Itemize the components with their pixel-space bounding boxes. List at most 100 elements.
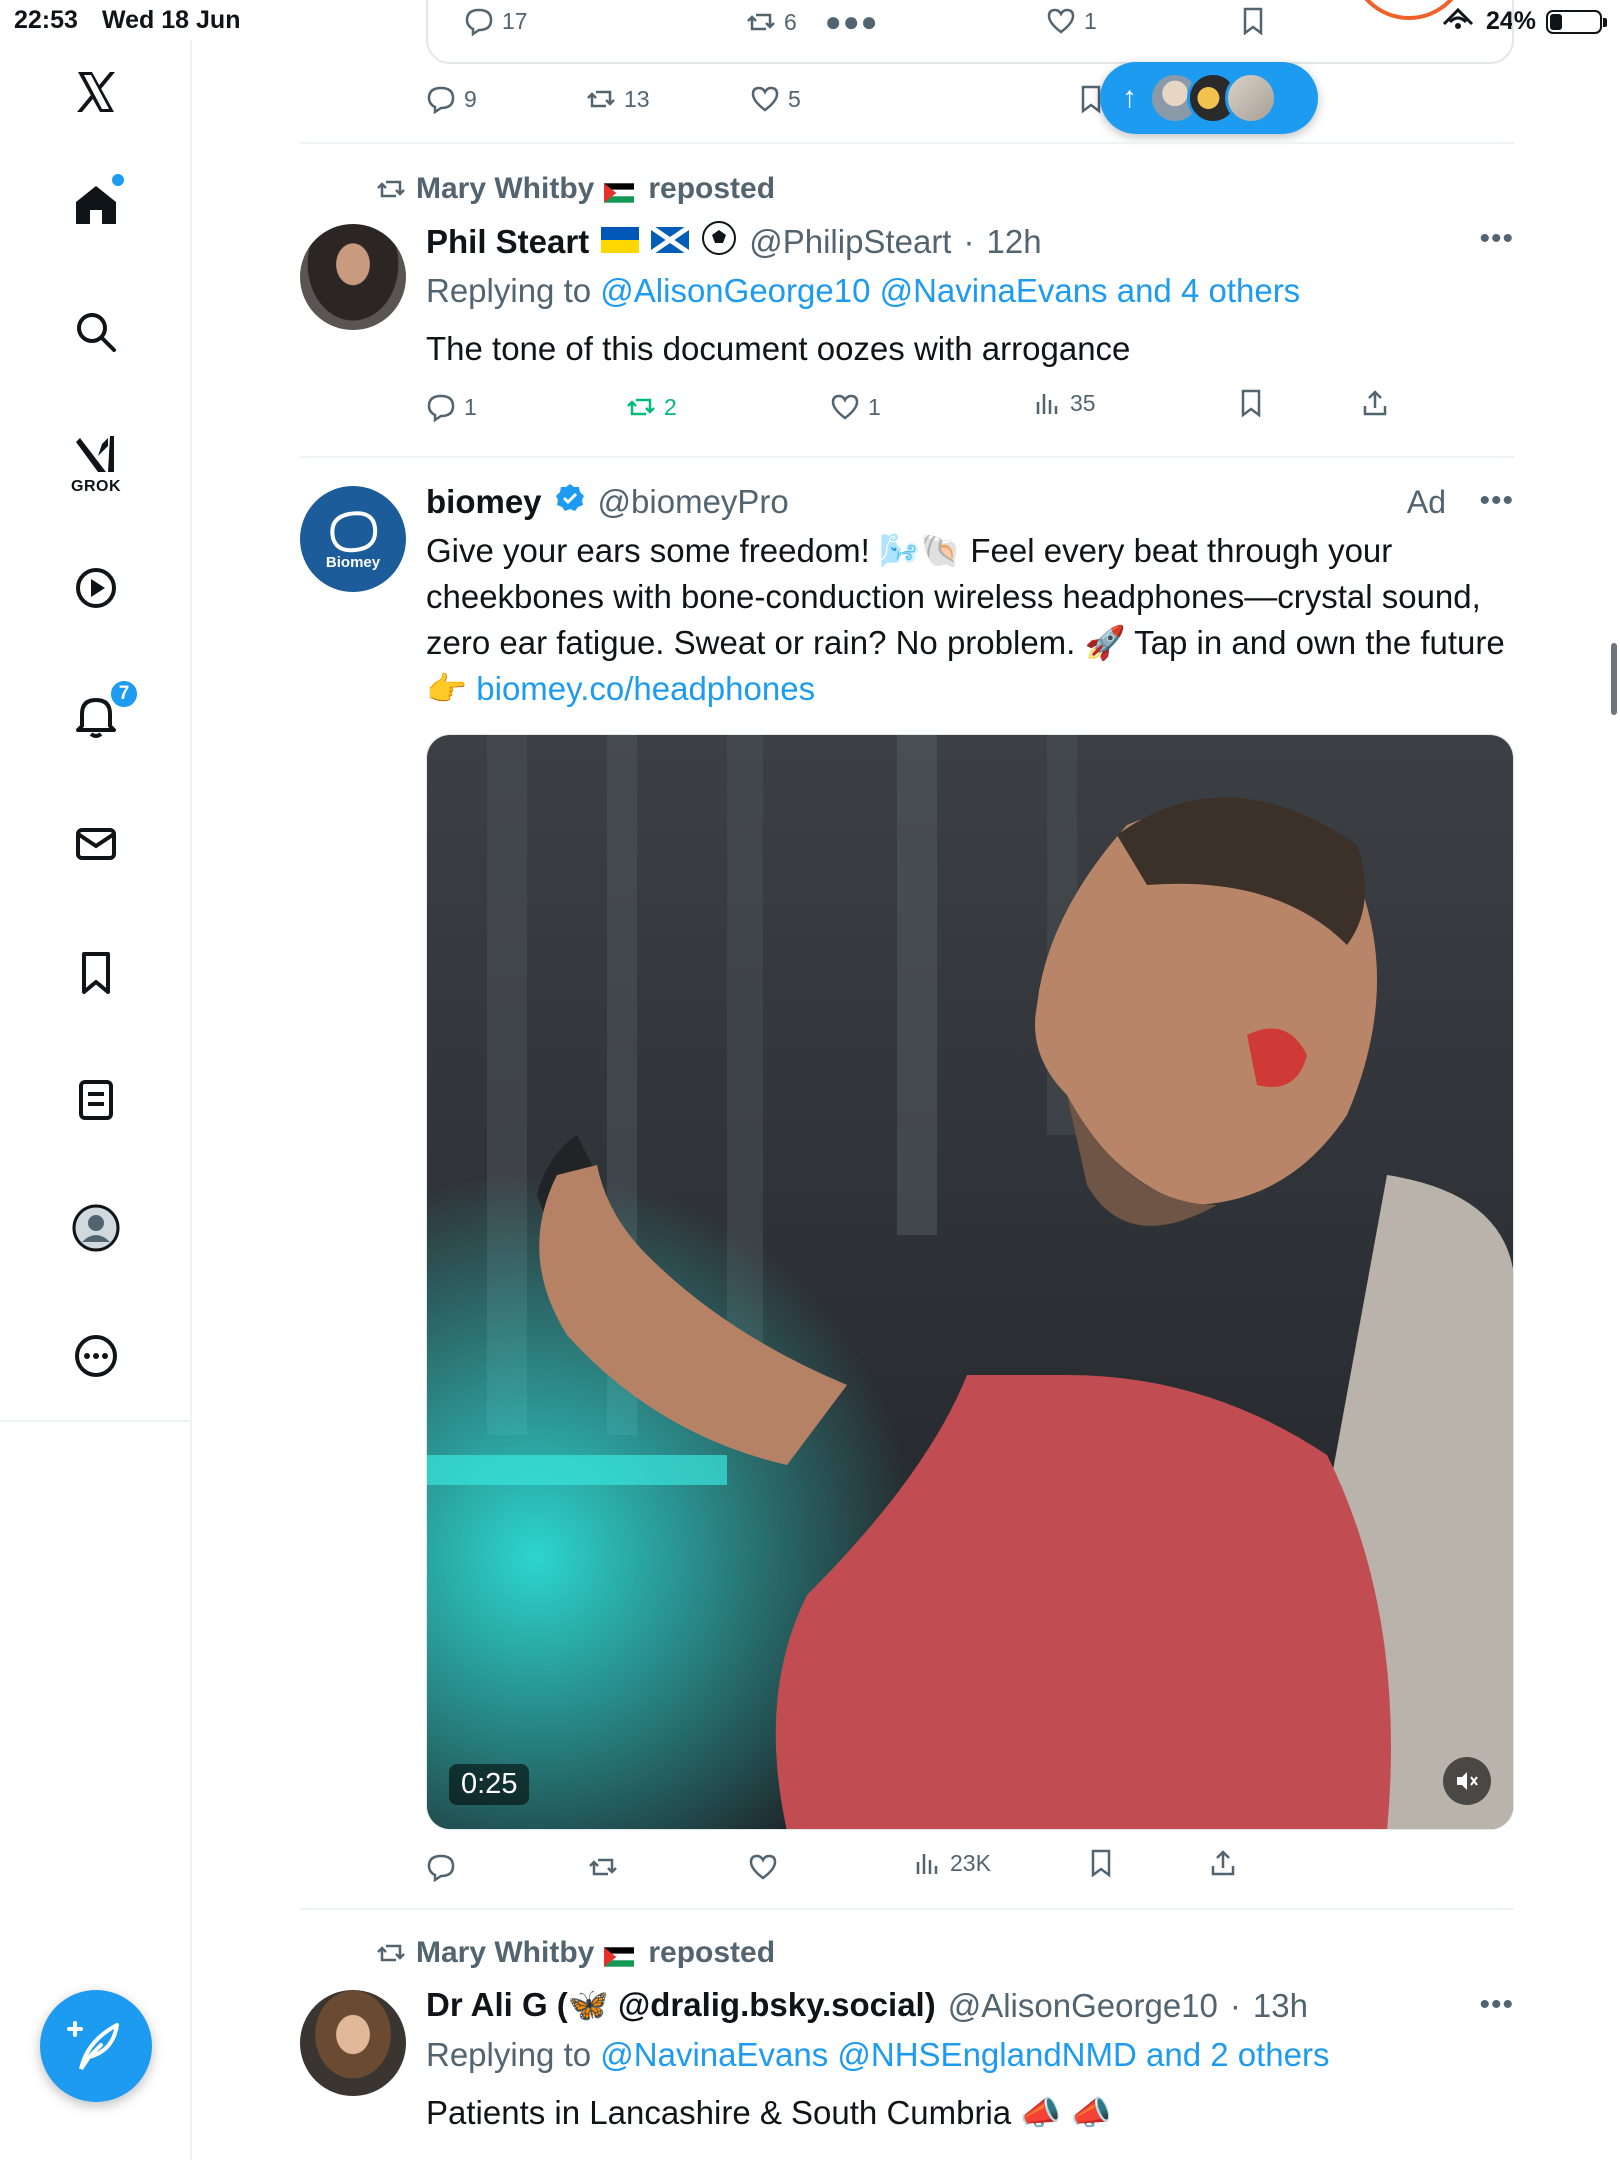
like-button[interactable]: 5	[750, 84, 801, 114]
ad-label: Ad	[1406, 484, 1446, 520]
repost-context[interactable]: Mary Whitby reposted	[376, 1936, 775, 1970]
palestine-flag-icon	[604, 1942, 638, 1967]
like-count: 5	[788, 85, 801, 112]
video-player[interactable]: 0:25	[426, 734, 1514, 1830]
x-logo-icon[interactable]	[66, 62, 126, 122]
repost-icon	[589, 1858, 617, 1876]
sidebar-item-messages[interactable]	[66, 814, 126, 874]
avatar[interactable]	[300, 1990, 406, 2096]
post-time[interactable]: 13h	[1253, 1987, 1308, 2025]
like-count: 1	[1084, 7, 1097, 34]
video-duration: 0:25	[449, 1764, 530, 1805]
like-button[interactable]: 1	[830, 392, 881, 422]
repost-count: 13	[624, 85, 650, 112]
author-name[interactable]: biomey	[426, 483, 542, 521]
battery-fill	[1550, 13, 1562, 30]
ukraine-flag-icon	[601, 223, 640, 261]
post2-actions: 23K	[426, 1850, 1426, 1892]
bookmark-button[interactable]	[1238, 6, 1268, 36]
notifications-badge: 7	[108, 678, 140, 710]
more-options-icon[interactable]: •••	[1479, 222, 1514, 256]
repost-icon	[747, 13, 775, 31]
sidebar-item-notifications[interactable]: 7	[66, 678, 140, 746]
replying-to-users[interactable]: @NavinaEvans @NHSEnglandNMD and 2 others	[600, 2036, 1329, 2073]
scotland-flag-icon	[649, 223, 691, 261]
new-posts-avatars	[1149, 72, 1279, 124]
sidebar-item-home[interactable]	[66, 174, 126, 234]
views-count: 23K	[950, 1849, 991, 1876]
replying-to: Replying to @AlisonGeorge10 @NavinaEvans…	[426, 272, 1300, 310]
avatar[interactable]: Biomey	[300, 486, 406, 592]
scrollbar[interactable]	[1611, 643, 1617, 715]
post-time[interactable]: 12h	[986, 223, 1041, 261]
repost-context[interactable]: Mary Whitby reposted	[376, 172, 775, 206]
more-dots-icon[interactable]: ●●●	[825, 6, 879, 38]
repost-icon	[377, 1944, 405, 1962]
verified-badge-icon	[554, 482, 586, 522]
author-name[interactable]: Phil Steart	[426, 223, 589, 261]
author-handle[interactable]: @biomeyPro	[598, 483, 789, 521]
grok-icon	[76, 436, 114, 472]
palestine-flag-icon	[604, 178, 638, 203]
avatar-text: Biomey	[325, 553, 381, 571]
views-button[interactable]: 23K	[912, 1848, 991, 1878]
repost-button[interactable]: 13	[586, 84, 650, 114]
sidebar-item-lists[interactable]	[66, 1070, 126, 1130]
views-icon	[1036, 394, 1058, 414]
reply-button[interactable]	[426, 1852, 456, 1882]
share-button[interactable]	[1208, 1848, 1238, 1878]
repost-button[interactable]: 6 ●●●	[746, 6, 879, 38]
reply-button[interactable]: 9	[426, 84, 477, 114]
repost-icon	[627, 398, 655, 416]
replying-to-users[interactable]: @AlisonGeorge10 @NavinaEvans and 4 other…	[600, 272, 1300, 309]
status-date: Wed 18 Jun	[102, 6, 241, 34]
post1-header: Phil Steart @PhilipSteart · 12h	[426, 220, 1042, 264]
bookmark-button[interactable]	[1236, 388, 1266, 418]
sidebar-item-more[interactable]	[66, 1326, 126, 1386]
like-button[interactable]	[748, 1852, 778, 1882]
new-posts-pill[interactable]: ↑	[1100, 62, 1318, 134]
like-button[interactable]: 1	[1046, 6, 1097, 36]
avatar	[1225, 72, 1277, 124]
compose-button[interactable]	[40, 1990, 152, 2102]
author-name[interactable]: Dr Ali G (🦋 @dralig.bsky.social)	[426, 1986, 936, 2025]
repost-button[interactable]	[588, 1852, 618, 1882]
avatar[interactable]	[300, 224, 406, 330]
quoted-post-card[interactable]: 17 6 ●●● 1	[426, 0, 1514, 64]
heart-icon	[1047, 8, 1075, 34]
post3-header: Dr Ali G (🦋 @dralig.bsky.social) @Alison…	[426, 1986, 1308, 2025]
author-handle[interactable]: @AlisonGeorge10	[948, 1987, 1218, 2025]
more-options-icon[interactable]: •••	[1479, 1988, 1514, 2022]
post2-header: biomey @biomeyPro	[426, 482, 789, 522]
lists-icon	[79, 1080, 113, 1120]
reply-count: 17	[502, 7, 528, 34]
separator-dot: ·	[1229, 1986, 1241, 2024]
mute-button[interactable]	[1443, 1757, 1491, 1805]
video-icon	[76, 568, 116, 608]
reply-count: 1	[464, 393, 477, 420]
home-icon	[76, 186, 116, 224]
replying-to-label: Replying to	[426, 272, 592, 309]
share-button[interactable]	[1360, 388, 1390, 418]
views-button[interactable]: 35	[1032, 388, 1096, 418]
post-text: Give your ears some freedom! 🌬️🐚 Feel ev…	[426, 528, 1506, 712]
reply-button[interactable]: 1	[426, 392, 477, 422]
repost-button[interactable]: 2	[626, 392, 677, 422]
sidebar-item-profile[interactable]	[66, 1198, 126, 1258]
sidebar-item-grok[interactable]: GROK	[66, 426, 126, 495]
post1-actions: 1 2 1 35	[426, 390, 1426, 432]
share-icon	[1363, 390, 1387, 416]
more-options-icon[interactable]: •••	[1479, 484, 1514, 518]
sidebar-item-search[interactable]	[66, 302, 126, 362]
author-handle[interactable]: @PhilipSteart	[749, 223, 951, 261]
sidebar-item-bookmarks[interactable]	[66, 942, 126, 1002]
reply-button[interactable]: 17	[464, 6, 528, 36]
sidebar-divider	[0, 1420, 192, 1422]
battery-icon	[1546, 9, 1607, 34]
ad-link[interactable]: biomey.co/headphones	[476, 670, 815, 707]
sidebar-item-video[interactable]	[66, 558, 126, 618]
sidebar-nav: GROK 7	[0, 40, 192, 2160]
repost-icon	[587, 90, 615, 108]
bookmark-button[interactable]	[1086, 1848, 1116, 1878]
reposted-label: reposted	[648, 1936, 776, 1969]
